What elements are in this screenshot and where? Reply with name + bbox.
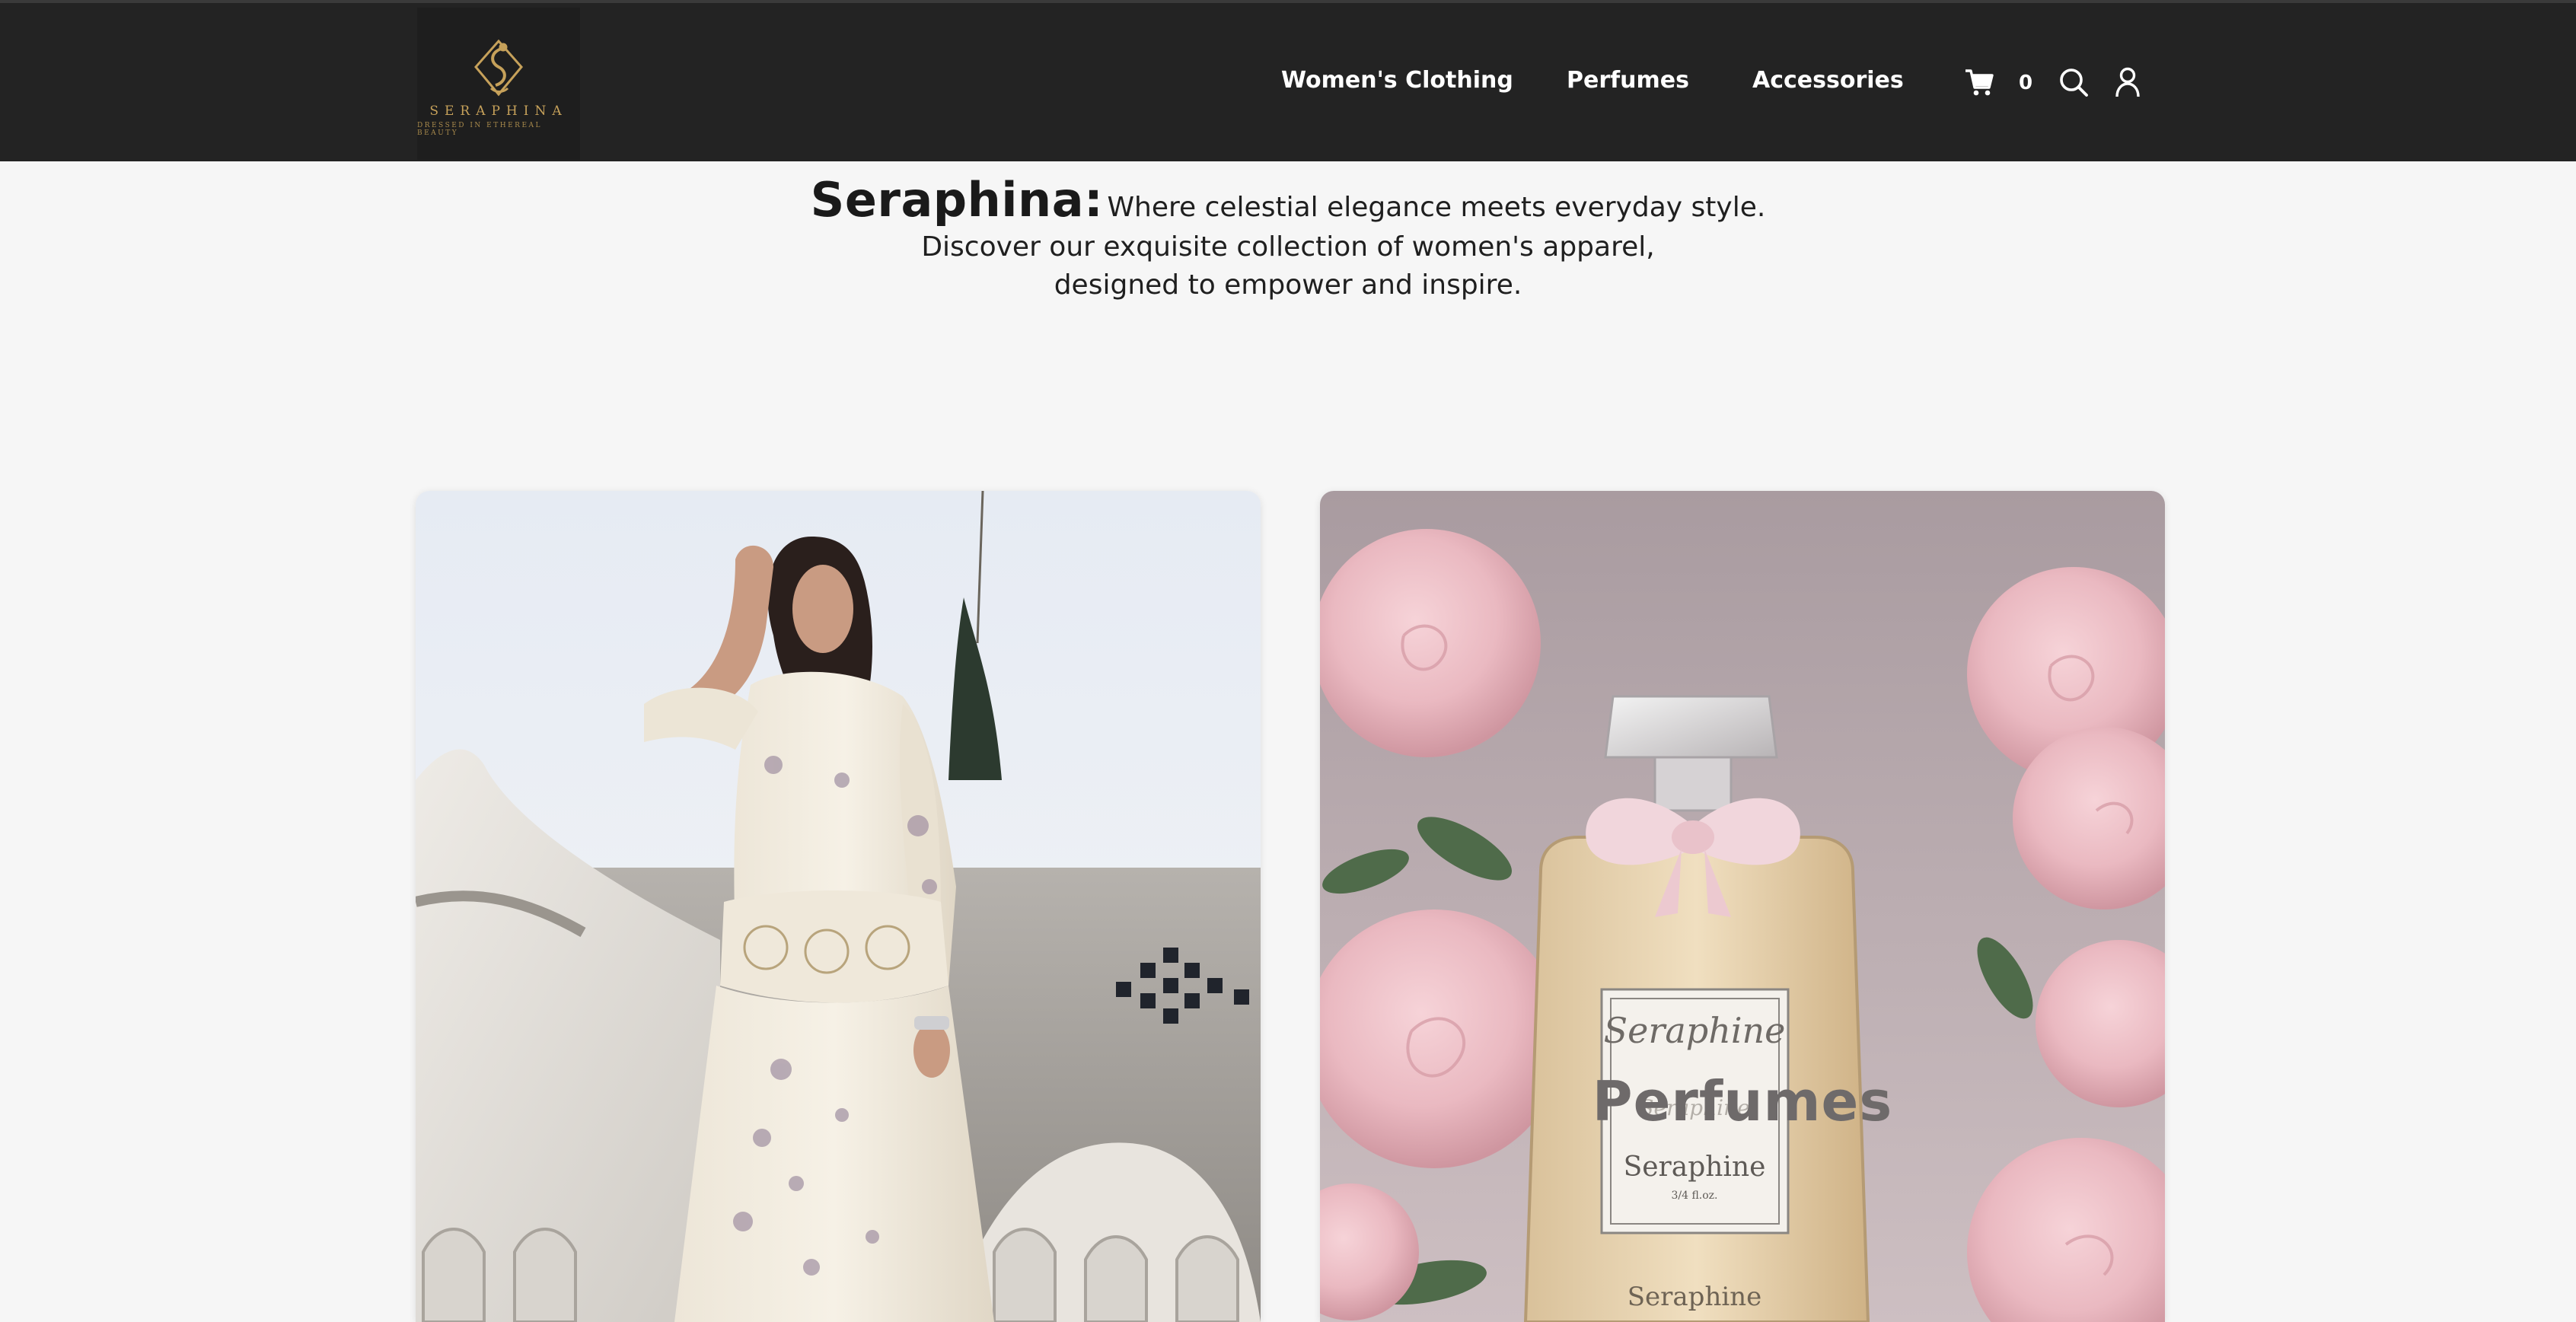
user-icon[interactable] [2115,67,2141,100]
bottle-label-script: Seraphine [1604,1010,1786,1051]
cart-count-badge: 0 [2019,72,2033,94]
hero-brand: Seraphina: [810,172,1104,228]
nav-womens-clothing[interactable]: Women's Clothing [1281,67,1513,94]
search-icon[interactable] [2058,67,2089,100]
site-header: SERAPHINA DRESSED IN ETHEREAL BEAUTY Wom… [0,0,2576,161]
nav-accessories[interactable]: Accessories [1752,67,1904,94]
perfume-bottle-with-roses-photo: Seraphine Seraphine Seraphine 3/4 fl.oz.… [1320,491,2165,1322]
woman-in-embroidered-cream-dress-photo [416,491,1261,1322]
swan-monogram-logo-icon [474,39,523,97]
nav-perfumes[interactable]: Perfumes [1567,67,1689,94]
hero-description-line-2: designed to empower and inspire. [1054,269,1522,301]
brand-logo[interactable]: SERAPHINA DRESSED IN ETHEREAL BEAUTY [417,8,580,160]
bottle-base-engraving: Seraphine [1628,1282,1762,1312]
logo-wordmark: SERAPHINA [429,104,568,119]
cart-icon[interactable] [1964,67,1994,100]
category-card-womens-clothing[interactable] [416,491,1261,1322]
category-card-perfumes[interactable]: Seraphine Seraphine Seraphine 3/4 fl.oz.… [1320,491,2165,1322]
hero-headline: Seraphina: Where celestial elegance meet… [0,172,2576,228]
category-label-perfumes: Perfumes [1592,1069,1893,1133]
hero-description-line-1: Discover our exquisite collection of wom… [921,231,1655,263]
hero-intro: Seraphina: Where celestial elegance meet… [0,172,2576,304]
bottle-label-volume: 3/4 fl.oz. [1671,1190,1717,1202]
logo-tagline: DRESSED IN ETHEREAL BEAUTY [417,122,542,137]
bottle-label-name: Seraphine [1624,1152,1766,1183]
hero-tagline: Where celestial elegance meets everyday … [1107,192,1766,223]
